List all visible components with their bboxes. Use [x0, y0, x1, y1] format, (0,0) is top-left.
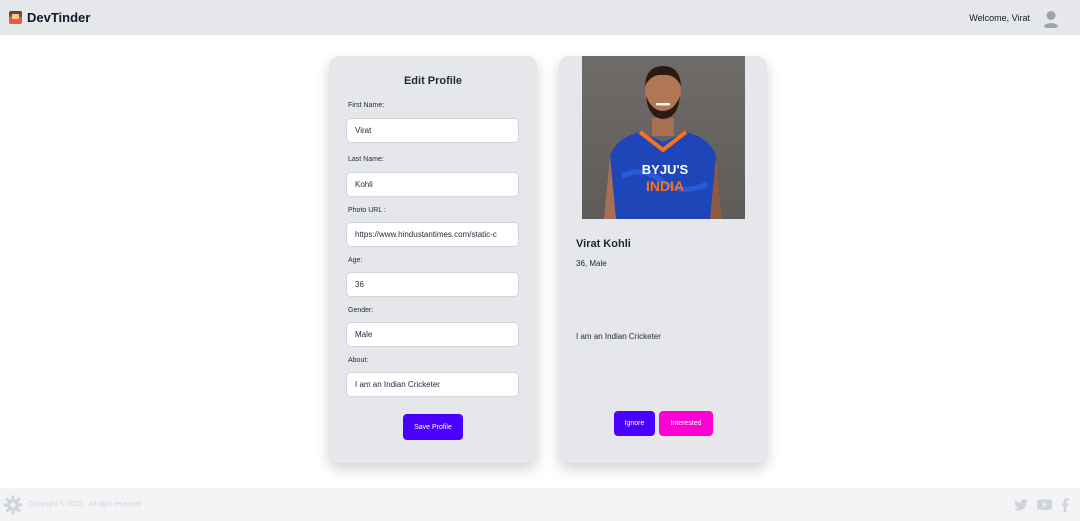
- copyright-text: Copyright © 2025 - All right reserved: [28, 501, 141, 508]
- gear-icon: [3, 495, 23, 515]
- profile-photo: BYJU'S INDIA: [582, 56, 745, 219]
- about-input[interactable]: [346, 372, 519, 397]
- photo-country-text: INDIA: [646, 178, 684, 194]
- last-name-label: Last Name:: [348, 156, 384, 163]
- footer-left: Copyright © 2025 - All right reserved: [3, 495, 141, 515]
- ignore-button[interactable]: Ignore: [614, 411, 655, 436]
- save-profile-button[interactable]: Save Profile: [403, 414, 463, 440]
- age-input[interactable]: [346, 272, 519, 297]
- twitter-icon[interactable]: [1014, 498, 1028, 511]
- user-preview-card: BYJU'S INDIA Virat Kohli 36, Male I am a…: [559, 56, 767, 463]
- photo-url-input[interactable]: [346, 222, 519, 247]
- brand-name: DevTinder: [27, 10, 91, 25]
- first-name-input[interactable]: [346, 118, 519, 143]
- brand-link[interactable]: DevTinder: [9, 10, 90, 25]
- edit-profile-card: Edit Profile First Name: Last Name: Phot…: [329, 56, 537, 463]
- brand-logo-icon: [9, 11, 22, 24]
- last-name-input[interactable]: [346, 172, 519, 197]
- about-label: About:: [348, 357, 369, 364]
- nav-right: Welcome, Virat: [969, 6, 1071, 29]
- gender-input[interactable]: [346, 322, 519, 347]
- preview-age-gender: 36, Male: [576, 259, 607, 268]
- gender-label: Gender:: [348, 307, 374, 314]
- age-label: Age:: [348, 257, 363, 264]
- navbar: DevTinder Welcome, Virat: [0, 0, 1080, 35]
- footer: Copyright © 2025 - All right reserved: [0, 488, 1080, 521]
- first-name-label: First Name:: [348, 102, 385, 109]
- welcome-text: Welcome, Virat: [969, 12, 1030, 23]
- preview-name: Virat Kohli: [576, 238, 631, 250]
- photo-jersey-text: BYJU'S: [642, 162, 689, 177]
- footer-social: [1014, 497, 1077, 512]
- photo-url-label: Photo URL :: [348, 207, 386, 214]
- edit-profile-title: Edit Profile: [403, 75, 463, 87]
- user-avatar-icon[interactable]: [1040, 6, 1062, 29]
- youtube-icon[interactable]: [1037, 499, 1052, 510]
- preview-about: I am an Indian Cricketer: [576, 332, 661, 341]
- interested-button[interactable]: Interested: [659, 411, 713, 436]
- facebook-icon[interactable]: [1061, 497, 1069, 512]
